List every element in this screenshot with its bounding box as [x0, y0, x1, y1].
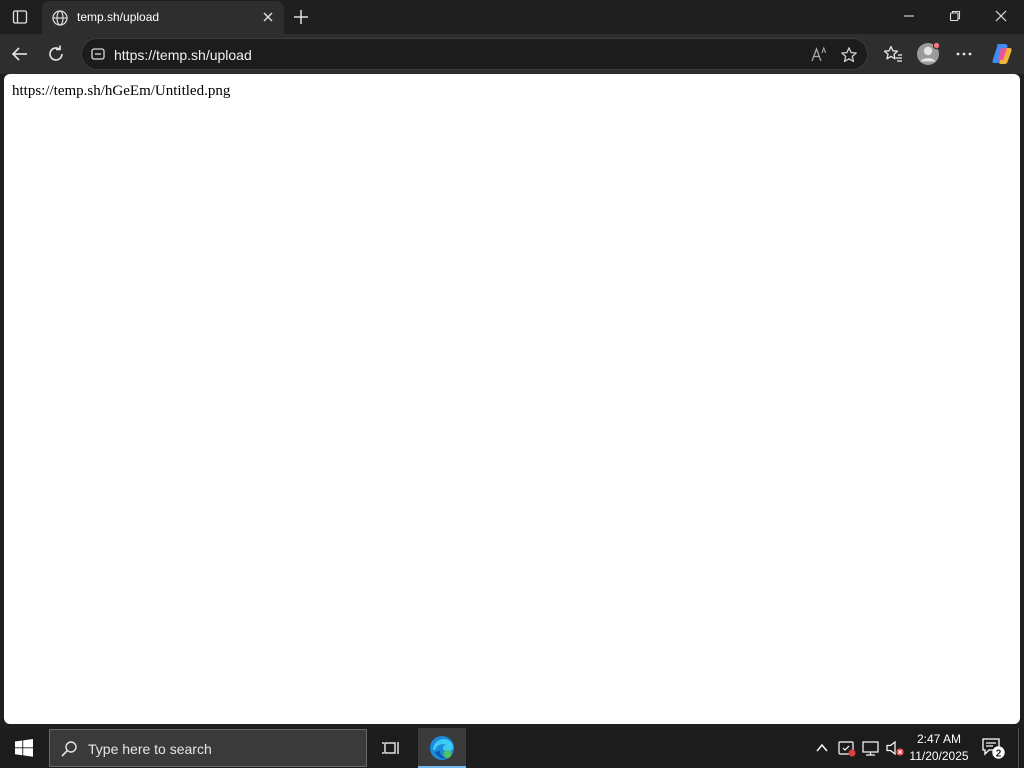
- security-alert-icon: [838, 741, 856, 757]
- windows-logo-icon: [15, 739, 33, 757]
- show-desktop-button[interactable]: [1018, 728, 1024, 768]
- task-view-button[interactable]: [372, 728, 412, 768]
- address-url[interactable]: https://temp.sh/upload: [114, 46, 252, 64]
- windows-taskbar: Type here to search 2:47 AM 11/20/2025 2: [0, 728, 1024, 768]
- browser-tab-active[interactable]: temp.sh/upload: [42, 1, 284, 34]
- tab-actions-menu-button[interactable]: [6, 4, 34, 30]
- read-aloud-button[interactable]: [808, 44, 830, 66]
- new-tab-icon[interactable]: [289, 5, 313, 29]
- close-icon: [995, 10, 1007, 22]
- arrow-left-icon: [11, 47, 27, 61]
- copilot-button[interactable]: [988, 40, 1016, 68]
- show-hidden-icons-button[interactable]: [812, 738, 832, 758]
- close-window-button[interactable]: [978, 0, 1024, 32]
- search-icon: [61, 741, 77, 757]
- minimize-icon: [904, 15, 914, 17]
- refresh-button[interactable]: [42, 40, 70, 68]
- browser-titlebar: temp.sh/upload: [0, 0, 1024, 34]
- copilot-icon: [992, 44, 1012, 64]
- refresh-icon: [49, 45, 63, 61]
- clock-time: 2:47 AM: [916, 732, 962, 746]
- taskbar-search-box[interactable]: Type here to search: [49, 729, 367, 767]
- address-bar[interactable]: https://temp.sh/upload: [81, 38, 868, 70]
- taskbar-edge-app[interactable]: [418, 728, 466, 768]
- volume-tray-button[interactable]: [885, 738, 905, 758]
- start-button[interactable]: [0, 728, 48, 768]
- network-icon: [862, 741, 879, 756]
- favorites-icon: [883, 45, 902, 62]
- search-placeholder: Type here to search: [88, 741, 212, 757]
- chevron-up-icon: [816, 743, 828, 752]
- star-icon: [841, 47, 857, 63]
- taskbar-clock[interactable]: 2:47 AM 11/20/2025: [906, 731, 972, 765]
- restore-icon: [949, 10, 961, 22]
- page-viewport: https://temp.sh/hGeEm/Untitled.png: [4, 74, 1020, 724]
- minimize-button[interactable]: [886, 0, 932, 32]
- favorites-button[interactable]: [879, 40, 907, 68]
- security-tray-button[interactable]: [837, 738, 857, 758]
- avatar-icon: [917, 41, 941, 65]
- notification-center-button[interactable]: 2: [980, 736, 1006, 760]
- network-tray-button[interactable]: [861, 738, 881, 758]
- read-aloud-icon: [811, 46, 827, 62]
- notification-count-badge: 2: [996, 748, 1002, 759]
- restore-button[interactable]: [932, 0, 978, 32]
- task-view-icon: [382, 742, 399, 754]
- clock-date: 11/20/2025: [909, 749, 969, 763]
- tab-title: temp.sh/upload: [77, 10, 160, 24]
- site-info-icon[interactable]: [90, 46, 106, 62]
- browser-toolbar: https://temp.sh/upload: [0, 34, 1024, 74]
- close-tab-icon[interactable]: [260, 9, 276, 25]
- settings-more-button[interactable]: [950, 40, 978, 68]
- volume-muted-icon: [886, 740, 904, 756]
- back-button[interactable]: [6, 40, 34, 68]
- tab-actions-icon: [12, 10, 28, 24]
- more-options-icon: [956, 52, 972, 56]
- profile-button[interactable]: [914, 40, 942, 68]
- globe-icon: [52, 10, 68, 26]
- upload-result-url: https://temp.sh/hGeEm/Untitled.png: [12, 83, 231, 99]
- favorite-button[interactable]: [838, 44, 860, 66]
- notification-icon: 2: [982, 738, 1005, 759]
- edge-browser-icon: [430, 736, 454, 760]
